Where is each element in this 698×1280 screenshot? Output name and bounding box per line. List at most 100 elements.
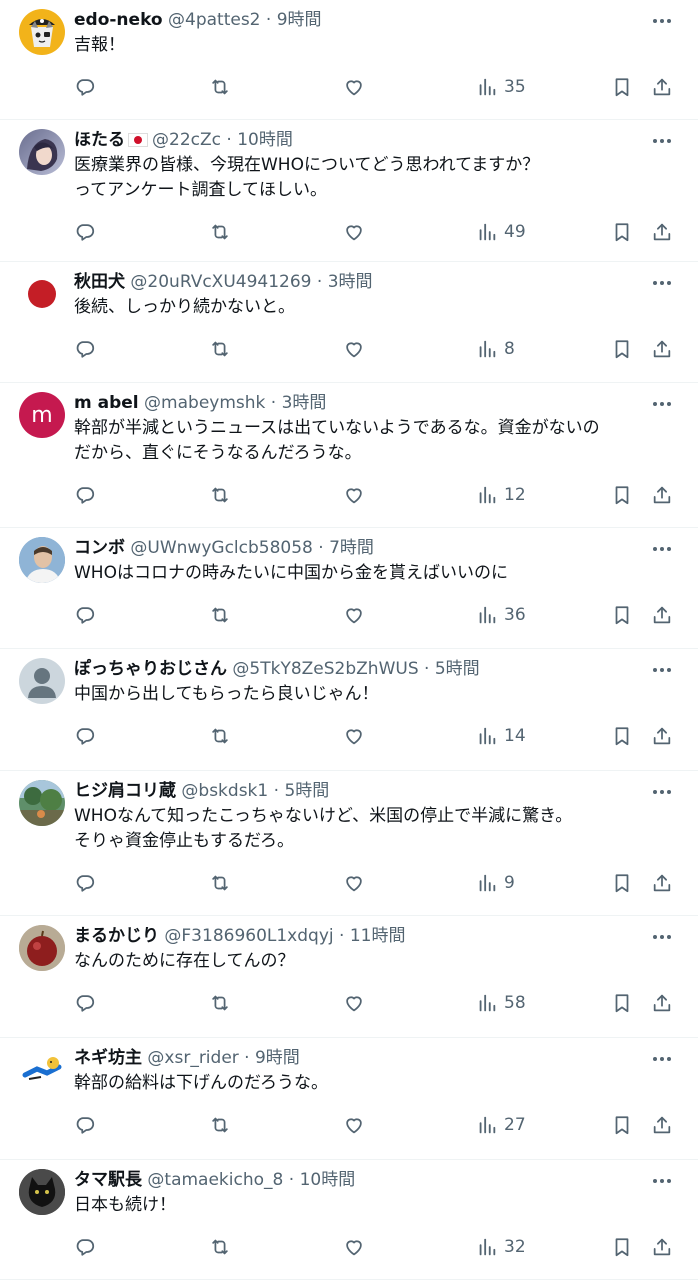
share-icon[interactable]: [651, 219, 673, 245]
repost-icon[interactable]: [209, 990, 231, 1016]
more-options-icon[interactable]: [650, 394, 674, 414]
reply-icon[interactable]: [74, 723, 96, 749]
like-icon[interactable]: [343, 602, 365, 628]
share-icon[interactable]: [651, 602, 673, 628]
repost-icon[interactable]: [209, 219, 231, 245]
avatar[interactable]: [19, 537, 65, 583]
like-icon[interactable]: [343, 723, 365, 749]
share-icon[interactable]: [651, 336, 673, 362]
timestamp[interactable]: 10時間: [300, 1170, 356, 1190]
views-button[interactable]: 32: [476, 1234, 526, 1260]
more-options-icon[interactable]: [650, 660, 674, 680]
display-name[interactable]: ほたる: [74, 130, 125, 150]
more-options-icon[interactable]: [650, 1049, 674, 1069]
reply-icon[interactable]: [74, 990, 96, 1016]
like-icon[interactable]: [343, 482, 365, 508]
bookmark-icon[interactable]: [611, 602, 633, 628]
avatar[interactable]: [19, 925, 65, 971]
more-options-icon[interactable]: [650, 273, 674, 293]
repost-icon[interactable]: [209, 74, 231, 100]
user-handle[interactable]: @UWnwyGclcb58058: [130, 538, 312, 558]
avatar[interactable]: [19, 1047, 65, 1093]
timestamp[interactable]: 9時間: [277, 10, 322, 30]
more-options-icon[interactable]: [650, 782, 674, 802]
avatar[interactable]: [19, 9, 65, 55]
user-handle[interactable]: @4pattes2: [168, 10, 261, 30]
display-name[interactable]: コンボ: [74, 538, 125, 558]
bookmark-icon[interactable]: [611, 723, 633, 749]
views-button[interactable]: 8: [476, 336, 515, 362]
display-name[interactable]: m abel: [74, 393, 139, 413]
like-icon[interactable]: [343, 870, 365, 896]
display-name[interactable]: ネギ坊主: [74, 1048, 142, 1068]
share-icon[interactable]: [651, 870, 673, 896]
share-icon[interactable]: [651, 723, 673, 749]
views-button[interactable]: 27: [476, 1112, 526, 1138]
timestamp[interactable]: 5時間: [435, 659, 480, 679]
reply-tweet[interactable]: ぽっちゃりおじさん @5TkY8ZeS2bZhWUS · 5時間 中国から出しても…: [0, 649, 698, 771]
share-icon[interactable]: [651, 990, 673, 1016]
timestamp[interactable]: 5時間: [284, 781, 329, 801]
bookmark-icon[interactable]: [611, 482, 633, 508]
reply-icon[interactable]: [74, 482, 96, 508]
views-button[interactable]: 9: [476, 870, 515, 896]
views-button[interactable]: 49: [476, 219, 526, 245]
reply-tweet[interactable]: m m abel @mabeymshk · 3時間 幹部が半減というニュースは出てい…: [0, 383, 698, 528]
timestamp[interactable]: 10時間: [237, 130, 293, 150]
like-icon[interactable]: [343, 74, 365, 100]
user-handle[interactable]: @F3186960L1xdqyj: [164, 926, 333, 946]
timestamp[interactable]: 3時間: [328, 272, 373, 292]
reply-tweet[interactable]: タマ駅長 @tamaekicho_8 · 10時間 日本も続け！ 32: [0, 1160, 698, 1280]
repost-icon[interactable]: [209, 1234, 231, 1260]
like-icon[interactable]: [343, 990, 365, 1016]
like-icon[interactable]: [343, 336, 365, 362]
repost-icon[interactable]: [209, 1112, 231, 1138]
more-options-icon[interactable]: [650, 539, 674, 559]
repost-icon[interactable]: [209, 602, 231, 628]
timestamp[interactable]: 3時間: [282, 393, 327, 413]
more-options-icon[interactable]: [650, 11, 674, 31]
avatar[interactable]: m: [19, 392, 65, 438]
reply-icon[interactable]: [74, 219, 96, 245]
repost-icon[interactable]: [209, 723, 231, 749]
bookmark-icon[interactable]: [611, 990, 633, 1016]
reply-tweet[interactable]: edo-neko @4pattes2 · 9時間 吉報！ 35: [0, 0, 698, 120]
reply-tweet[interactable]: ヒジ肩コリ蔵 @bskdsk1 · 5時間 WHOなんて知ったこっちゃないけど、米…: [0, 771, 698, 916]
display-name[interactable]: ぽっちゃりおじさん: [74, 659, 227, 679]
views-button[interactable]: 14: [476, 723, 526, 749]
share-icon[interactable]: [651, 74, 673, 100]
bookmark-icon[interactable]: [611, 219, 633, 245]
reply-icon[interactable]: [74, 1112, 96, 1138]
user-handle[interactable]: @tamaekicho_8: [147, 1170, 283, 1190]
more-options-icon[interactable]: [650, 927, 674, 947]
display-name[interactable]: タマ駅長: [74, 1170, 142, 1190]
reply-icon[interactable]: [74, 1234, 96, 1260]
display-name[interactable]: 秋田犬: [74, 272, 125, 292]
views-button[interactable]: 35: [476, 74, 526, 100]
avatar[interactable]: [19, 271, 65, 317]
bookmark-icon[interactable]: [611, 336, 633, 362]
reply-icon[interactable]: [74, 602, 96, 628]
share-icon[interactable]: [651, 1234, 673, 1260]
bookmark-icon[interactable]: [611, 1234, 633, 1260]
bookmark-icon[interactable]: [611, 74, 633, 100]
like-icon[interactable]: [343, 1234, 365, 1260]
views-button[interactable]: 12: [476, 482, 526, 508]
views-button[interactable]: 58: [476, 990, 526, 1016]
timestamp[interactable]: 9時間: [255, 1048, 300, 1068]
like-icon[interactable]: [343, 219, 365, 245]
more-options-icon[interactable]: [650, 1171, 674, 1191]
reply-icon[interactable]: [74, 74, 96, 100]
views-button[interactable]: 36: [476, 602, 526, 628]
repost-icon[interactable]: [209, 482, 231, 508]
repost-icon[interactable]: [209, 336, 231, 362]
reply-tweet[interactable]: まるかじり @F3186960L1xdqyj · 11時間 なんのために存在してん…: [0, 916, 698, 1038]
more-options-icon[interactable]: [650, 131, 674, 151]
reply-tweet[interactable]: コンボ @UWnwyGclcb58058 · 7時間 WHOはコロナの時みたいに中…: [0, 528, 698, 649]
timestamp[interactable]: 11時間: [350, 926, 406, 946]
user-handle[interactable]: @xsr_rider: [147, 1048, 238, 1068]
share-icon[interactable]: [651, 1112, 673, 1138]
avatar[interactable]: [19, 780, 65, 826]
repost-icon[interactable]: [209, 870, 231, 896]
avatar[interactable]: [19, 129, 65, 175]
